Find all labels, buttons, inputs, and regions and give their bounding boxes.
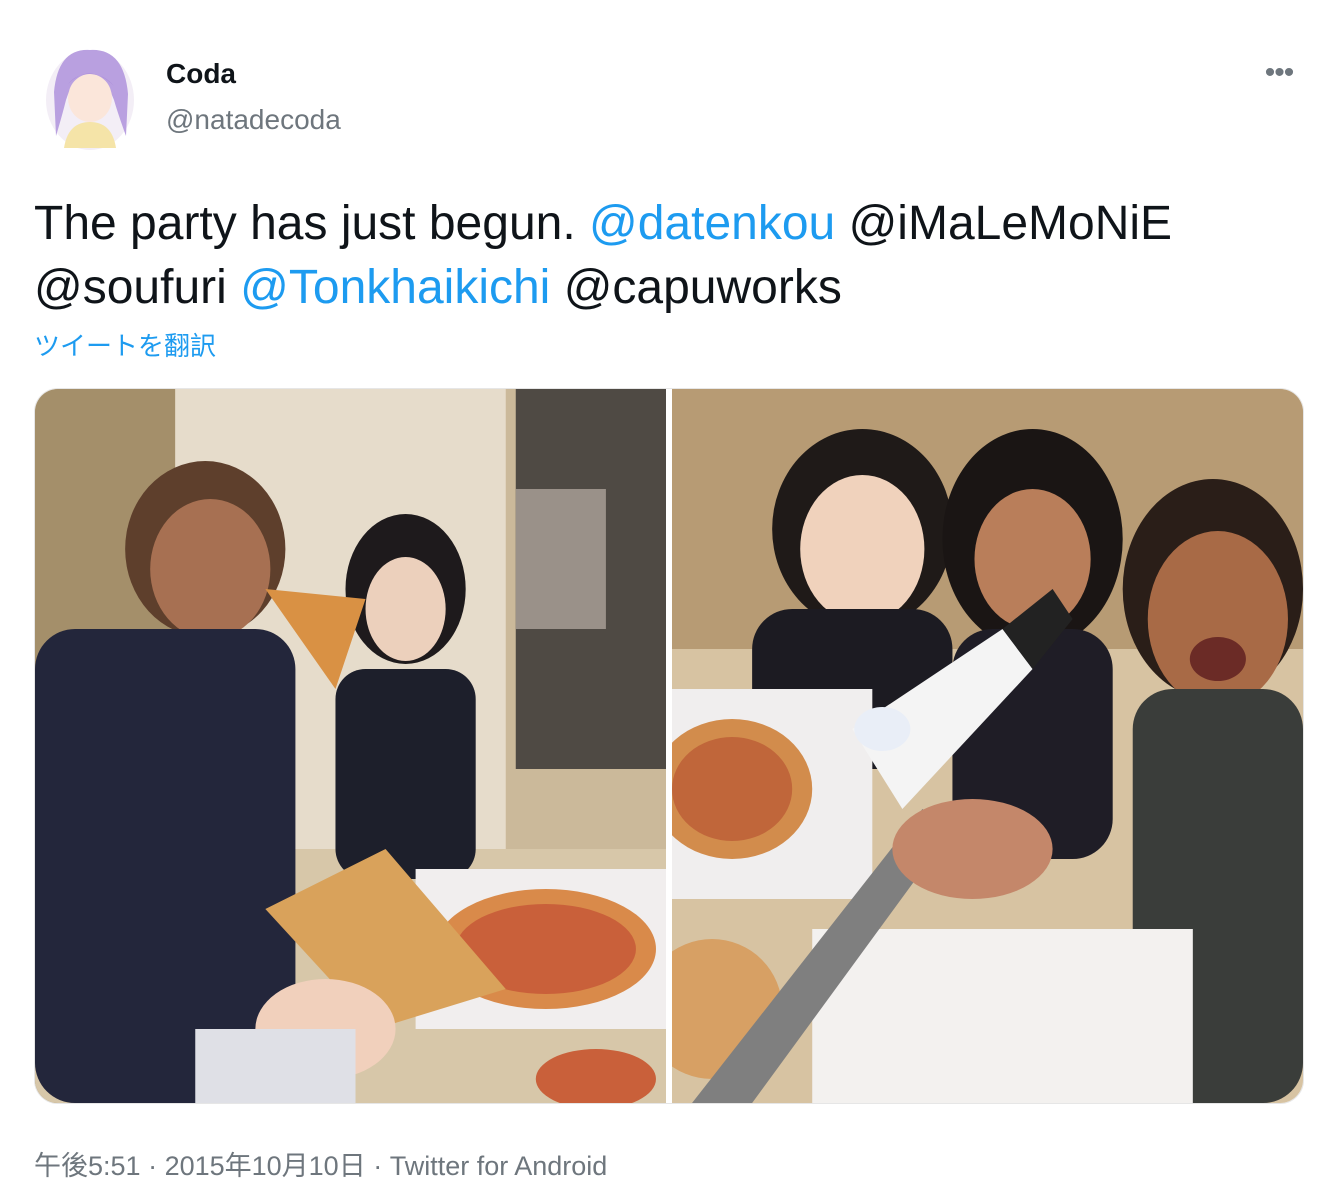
photo-left[interactable] [35, 389, 666, 1103]
separator: · [365, 1151, 390, 1181]
tweet-footer: 午後5:51 · 2015年10月10日 · Twitter for Andro… [34, 1144, 607, 1183]
mention[interactable]: @soufuri [34, 261, 227, 314]
tweet-text-segment [835, 197, 848, 250]
tweet-source[interactable]: Twitter for Android [390, 1151, 608, 1181]
avatar[interactable] [44, 44, 136, 152]
tweet-media[interactable] [34, 388, 1304, 1104]
separator: · [140, 1151, 165, 1181]
tweet-text-segment [227, 261, 240, 314]
translate-tweet-link[interactable]: ツイートを翻訳 [34, 326, 216, 363]
tweet-time[interactable]: 午後5:51 [34, 1151, 141, 1181]
author-handle[interactable]: @natadecoda [166, 104, 341, 136]
tweet-text: The party has just begun. @datenkou @iMa… [34, 192, 1294, 320]
tweet-text-segment: The party has just begun. [34, 197, 589, 250]
tweet-date[interactable]: 2015年10月10日 [165, 1151, 366, 1181]
tweet-text-segment [550, 261, 563, 314]
photo-right[interactable] [672, 389, 1303, 1103]
mention-link[interactable]: @Tonkhaikichi [240, 261, 550, 314]
more-horizontal-icon[interactable]: ••• [1259, 56, 1299, 89]
author-name[interactable]: Coda [166, 58, 236, 90]
mention[interactable]: @iMaLeMoNiE [849, 197, 1172, 250]
mention[interactable]: @capuworks [564, 261, 842, 314]
mention-link[interactable]: @datenkou [589, 197, 835, 250]
